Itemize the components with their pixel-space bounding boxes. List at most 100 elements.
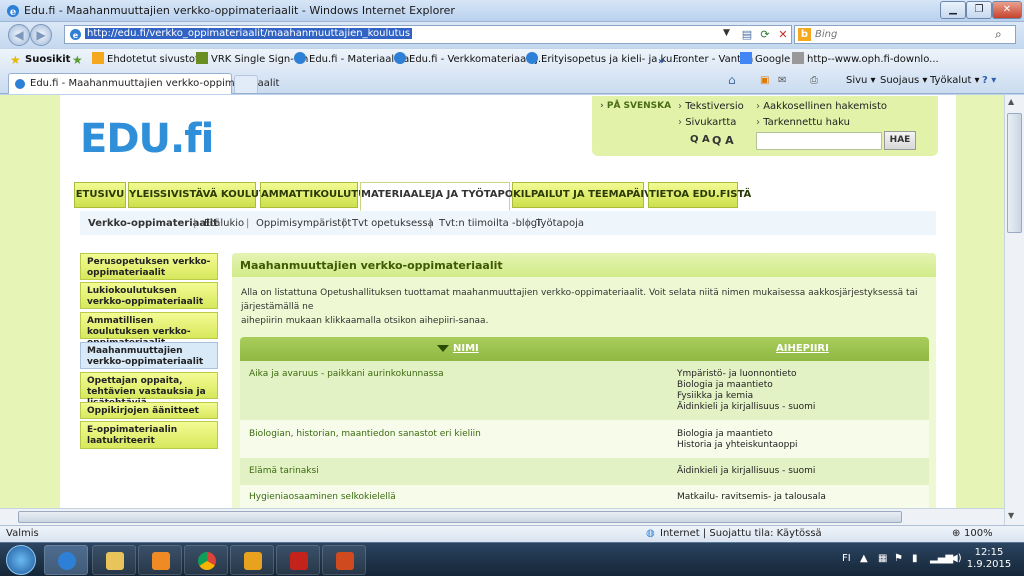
url-text[interactable]: http://edu.fi/verkko_oppimateriaalit/maa… bbox=[85, 28, 413, 39]
ie-page-icon bbox=[294, 52, 306, 64]
search-box[interactable]: b ⌕ bbox=[794, 25, 1016, 44]
taskbar-chrome[interactable] bbox=[184, 545, 228, 575]
minimize-button[interactable]: ▁ bbox=[940, 1, 966, 19]
compatibility-view-icon[interactable]: ▤ bbox=[739, 28, 755, 42]
navigation-bar: ◀ ▶ e http://edu.fi/verkko_oppimateriaal… bbox=[0, 22, 1024, 48]
home-icon[interactable]: ⌂ bbox=[728, 73, 736, 87]
table-row bbox=[240, 458, 929, 485]
acrobat-icon bbox=[290, 552, 308, 570]
zoom-in-icon[interactable]: Q A bbox=[712, 134, 734, 147]
svg-text:e: e bbox=[73, 31, 79, 40]
advanced-search-link[interactable]: Tarkennettu haku bbox=[756, 117, 850, 128]
start-button[interactable] bbox=[6, 545, 36, 575]
power-icon[interactable]: ▮ bbox=[912, 553, 918, 564]
taskbar-acrobat[interactable] bbox=[276, 545, 320, 575]
taskbar: FI ▲ ▦ ⚑ ▮ ▂▄▆ ◀) 12:15 1.9.2015 bbox=[0, 542, 1024, 576]
favorites-button[interactable]: ★ Suosikit bbox=[10, 52, 70, 68]
nav-yleissivistava[interactable]: YLEISSIVISTÄVÄ KOULUTUS bbox=[128, 182, 281, 208]
tray-app-icon[interactable]: ▦ bbox=[878, 553, 887, 564]
search-icon[interactable]: ⌕ bbox=[995, 27, 1002, 42]
text-version-link[interactable]: Tekstiversio bbox=[678, 101, 744, 112]
sitemap-link[interactable]: Sivukartta bbox=[678, 117, 736, 128]
site-search-input[interactable] bbox=[756, 132, 882, 150]
alphabetical-index-link[interactable]: Aakkosellinen hakemisto bbox=[756, 101, 887, 112]
material-link[interactable]: Aika ja avaruus - paikkani aurinkokunnas… bbox=[249, 369, 444, 379]
subnav-verkko-oppimateriaalit[interactable]: Verkko-oppimateriaalit bbox=[88, 218, 218, 229]
material-link[interactable]: Biologian, historian, maantiedon sanasto… bbox=[249, 429, 481, 439]
security-zone-text[interactable]: Internet | Suojattu tila: Käytössä bbox=[660, 528, 822, 539]
mail-icon[interactable]: ✉ bbox=[778, 75, 786, 86]
status-bar: Valmis ◍ Internet | Suojattu tila: Käytö… bbox=[0, 525, 1024, 542]
forward-button[interactable]: ▶ bbox=[30, 24, 52, 46]
sort-by-topic-link[interactable]: AIHEPIIRI bbox=[776, 343, 829, 354]
action-center-icon[interactable]: ⚑ bbox=[894, 553, 903, 564]
zoom-out-icon[interactable]: Q A bbox=[690, 134, 710, 145]
fav-edu-materiaaleja[interactable]: Edu.fi - Materiaaleja bbox=[294, 52, 409, 68]
stop-icon[interactable]: ✕ bbox=[775, 28, 791, 42]
edu-fi-logo[interactable]: EDU.fi bbox=[80, 116, 214, 162]
sidebar-opettajan-oppaita[interactable]: Opettajan oppaita, tehtävien vastauksia … bbox=[80, 372, 218, 408]
fav-fronter[interactable]: » Fronter - Vantaa bbox=[658, 52, 753, 68]
taskbar-media-player[interactable] bbox=[138, 545, 182, 575]
safety-menu[interactable]: Suojaus ▾ bbox=[880, 75, 927, 86]
sidebar-ammatillinen[interactable]: Ammatillisen koulutuksen verkko-oppimate… bbox=[80, 312, 218, 348]
tools-menu[interactable]: Työkalut ▾ bbox=[930, 75, 980, 86]
subnav-separator: | bbox=[193, 218, 197, 229]
sidebar-aanitteet[interactable]: Oppikirjojen äänitteet bbox=[80, 402, 218, 419]
help-menu[interactable]: ? ▾ bbox=[982, 75, 996, 86]
nav-etusivu[interactable]: ETUSIVU bbox=[74, 182, 126, 208]
material-link[interactable]: Hygieniaosaaminen selkokielellä bbox=[249, 492, 396, 502]
subnav-oppimisymparistot[interactable]: Oppimisympäristöt bbox=[256, 218, 351, 229]
subnav-etalukio[interactable]: Etälukio bbox=[204, 218, 244, 229]
close-window-button[interactable]: ✕ bbox=[992, 1, 1022, 19]
nav-materiaaleja[interactable]: MATERIAALEJA JA TYÖTAPOJA bbox=[360, 182, 525, 211]
rss-feed-icon[interactable]: ▣ bbox=[760, 75, 769, 86]
nav-ammattikoulutus[interactable]: AMMATTIKOULUTUS bbox=[260, 182, 373, 208]
new-tab-button[interactable] bbox=[234, 75, 258, 93]
scroll-up-icon[interactable]: ▲ bbox=[1008, 97, 1014, 106]
search-input[interactable] bbox=[815, 27, 985, 42]
subnav-tvt-opetuksessa[interactable]: Tvt opetuksessa bbox=[352, 218, 434, 229]
maximize-button[interactable]: ❐ bbox=[966, 1, 992, 19]
zoom-level[interactable]: 100% bbox=[964, 528, 993, 539]
horizontal-scrollbar[interactable] bbox=[0, 508, 1004, 525]
page-menu[interactable]: Sivu ▾ bbox=[846, 75, 876, 86]
taskbar-outlook[interactable] bbox=[230, 545, 274, 575]
language-indicator[interactable]: FI bbox=[842, 553, 851, 564]
fav-edu-verkkomateriaaleja[interactable]: Edu.fi - Verkkomateriaalej... bbox=[394, 52, 547, 68]
refresh-icon[interactable]: ⟳ bbox=[757, 28, 773, 42]
material-link[interactable]: Elämä tarinaksi bbox=[249, 466, 319, 476]
sidebar-laatukriteerit[interactable]: E-oppimateriaalin laatukriteerit bbox=[80, 421, 218, 449]
clock[interactable]: 12:15 1.9.2015 bbox=[966, 547, 1012, 571]
sort-by-name-link[interactable]: NIMI bbox=[453, 343, 479, 354]
site-search-button[interactable]: HAE bbox=[884, 131, 916, 150]
taskbar-ie[interactable] bbox=[44, 545, 88, 575]
fav-vrk[interactable]: VRK Single Sign-On bbox=[196, 52, 308, 68]
address-dropdown-icon[interactable]: ▼ bbox=[723, 28, 730, 38]
scroll-down-icon[interactable]: ▼ bbox=[1008, 511, 1014, 520]
tray-expand-icon[interactable]: ▲ bbox=[860, 553, 868, 564]
bing-logo-icon: b bbox=[798, 28, 811, 41]
vertical-scrollbar[interactable]: ▲ ▼ bbox=[1004, 95, 1024, 525]
nav-kilpailut[interactable]: KILPAILUT JA TEEMAPÄIVÄT bbox=[512, 182, 665, 208]
subnav-tyotapoja[interactable]: Työtapoja bbox=[536, 218, 584, 229]
taskbar-powerpoint[interactable] bbox=[322, 545, 366, 575]
subnav-blogi[interactable]: Tvt:n tiimoilta -blogi bbox=[439, 218, 540, 229]
fav-oph[interactable]: http--www.oph.fi-downlo... bbox=[792, 52, 939, 68]
sidebar-perusopetus[interactable]: Perusopetuksen verkko-oppimateriaalit bbox=[80, 253, 218, 280]
taskbar-explorer[interactable] bbox=[92, 545, 136, 575]
address-bar[interactable]: e http://edu.fi/verkko_oppimateriaalit/m… bbox=[64, 25, 792, 44]
fav-suggested-sites[interactable]: Ehdotetut sivustot ▾ bbox=[92, 52, 207, 68]
tab-edu-fi[interactable]: Edu.fi - Maahanmuuttajien verkko-oppimat… bbox=[8, 73, 279, 94]
nav-tietoa[interactable]: TIETOA EDU.FISTÄ bbox=[648, 182, 751, 208]
swedish-link[interactable]: PÅ SVENSKA bbox=[600, 101, 671, 111]
sidebar-lukiokoulutus[interactable]: Lukiokoulutuksen verkko-oppimateriaalit bbox=[80, 282, 218, 309]
back-button[interactable]: ◀ bbox=[8, 24, 30, 46]
add-to-favorites-icon[interactable]: ★ bbox=[72, 52, 87, 68]
scroll-thumb[interactable] bbox=[1007, 113, 1022, 233]
scroll-thumb[interactable] bbox=[18, 511, 902, 523]
volume-icon[interactable]: ◀) bbox=[950, 553, 962, 564]
fav-google[interactable]: Google bbox=[740, 52, 790, 68]
sidebar-maahanmuuttajat[interactable]: Maahanmuuttajien verkko-oppimateriaalit bbox=[80, 342, 218, 369]
print-icon[interactable]: ⎙ bbox=[810, 75, 818, 86]
